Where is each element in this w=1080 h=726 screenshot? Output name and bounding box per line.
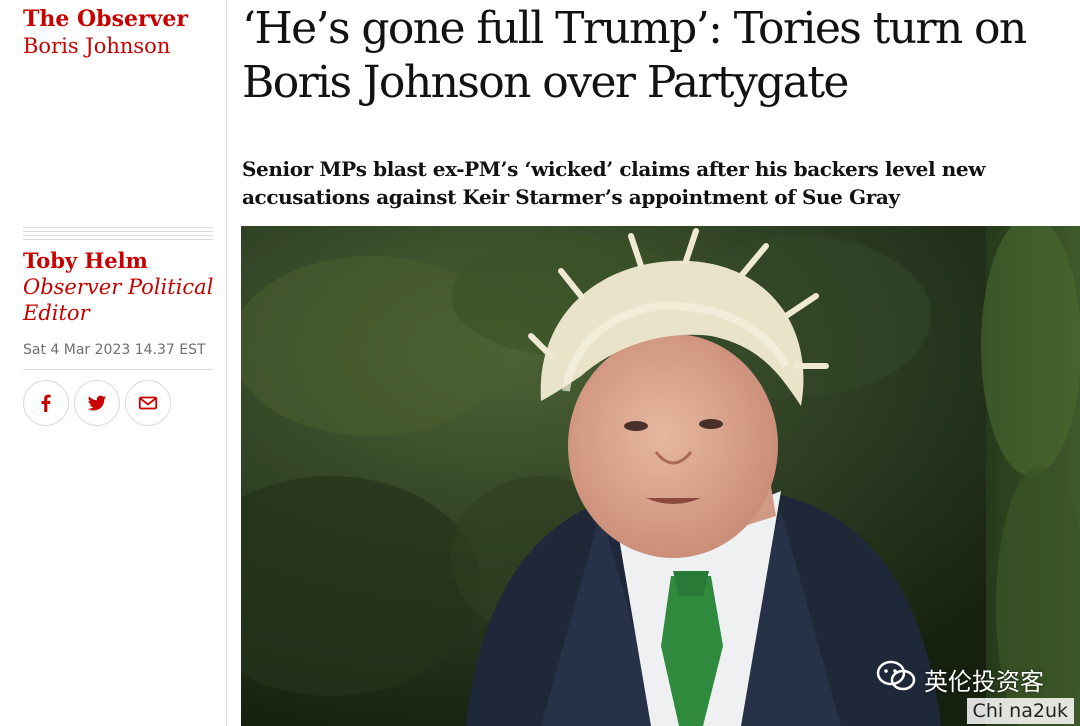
email-share-button[interactable] (125, 380, 171, 426)
article-standfirst: Senior MPs blast ex-PM’s ‘wicked’ claims… (242, 157, 986, 209)
watermark-logo: 英伦投资客 (876, 660, 1044, 698)
facebook-icon (35, 392, 57, 414)
publication-name[interactable]: The Observer (23, 6, 219, 33)
facebook-share-button[interactable] (23, 380, 69, 426)
date-divider (23, 369, 213, 370)
section-label[interactable]: Boris Johnson (23, 33, 219, 60)
twitter-share-button[interactable] (74, 380, 120, 426)
brand-block: The Observer Boris Johnson (23, 6, 219, 60)
watermark-brand: 英伦投资客 (924, 667, 1044, 696)
lead-photo (241, 226, 1080, 726)
byline: Toby Helm Observer Political Editor (23, 248, 219, 326)
author-role: Observer Political Editor (23, 275, 214, 325)
twitter-icon (86, 392, 108, 414)
email-icon (137, 392, 159, 414)
article-headline: ‘He’s gone full Trump’: Tories turn on B… (242, 3, 1027, 108)
share-buttons (23, 380, 171, 426)
section-divider (23, 227, 213, 242)
left-column: The Observer Boris Johnson Toby Helm Obs… (0, 0, 227, 726)
publish-date: Sat 4 Mar 2023 14.37 EST (23, 342, 206, 358)
author-name[interactable]: Toby Helm (23, 248, 219, 274)
wechat-icon (876, 660, 916, 698)
watermark-site: Chi na2uk (966, 698, 1074, 724)
